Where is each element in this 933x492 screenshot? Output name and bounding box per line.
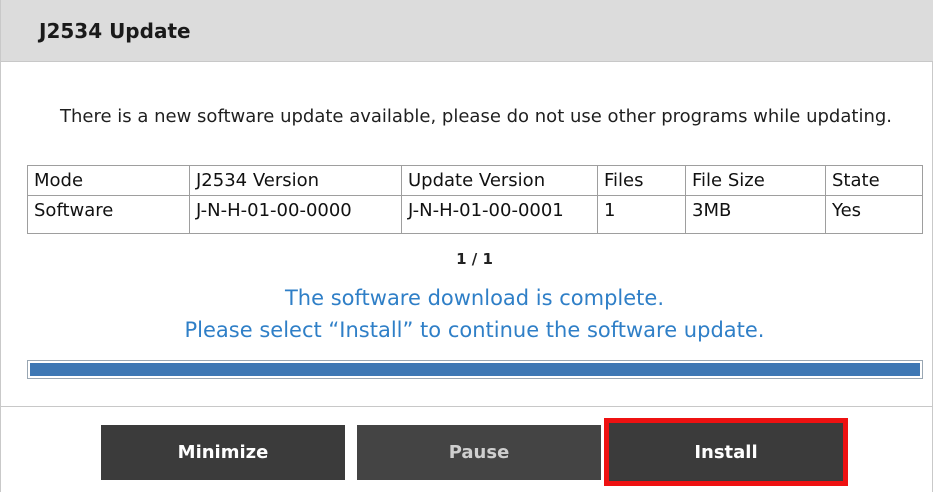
footer-divider	[1, 406, 933, 407]
table-row[interactable]: Software J-N-H-01-00-0000 J-N-H-01-00-00…	[27, 195, 923, 226]
column-header-state: State	[825, 165, 923, 196]
update-message: There is a new software update available…	[60, 106, 892, 127]
download-progress-bar	[27, 360, 923, 379]
pause-button[interactable]: Pause	[357, 425, 601, 480]
cell-files: 1	[597, 195, 686, 226]
cell-state: Yes	[825, 195, 923, 226]
title-bar: J2534 Update	[1, 0, 933, 62]
column-header-file-size: File Size	[685, 165, 826, 196]
cell-file-size: 3MB	[685, 195, 826, 226]
cell-j2534-version: J-N-H-01-00-0000	[189, 195, 402, 226]
column-header-j2534-version: J2534 Version	[189, 165, 402, 196]
update-window: J2534 Update There is a new software upd…	[0, 0, 933, 492]
cell-mode: Software	[27, 195, 190, 226]
column-header-mode: Mode	[27, 165, 190, 196]
minimize-button[interactable]: Minimize	[101, 425, 345, 480]
table-header-row: Mode J2534 Version Update Version Files …	[27, 165, 923, 196]
update-table: Mode J2534 Version Update Version Files …	[27, 165, 923, 234]
table-filler-row	[27, 225, 923, 234]
progress-fill	[30, 363, 920, 376]
status-line-complete: The software download is complete.	[284, 286, 665, 310]
status-line-instruction: Please select “Install” to continue the …	[184, 318, 765, 342]
column-header-update-version: Update Version	[401, 165, 598, 196]
install-button[interactable]: Install	[604, 418, 848, 486]
page-indicator: 1 / 1	[456, 250, 493, 268]
window-title: J2534 Update	[39, 19, 191, 43]
cell-update-version: J-N-H-01-00-0001	[401, 195, 598, 226]
column-header-files: Files	[597, 165, 686, 196]
